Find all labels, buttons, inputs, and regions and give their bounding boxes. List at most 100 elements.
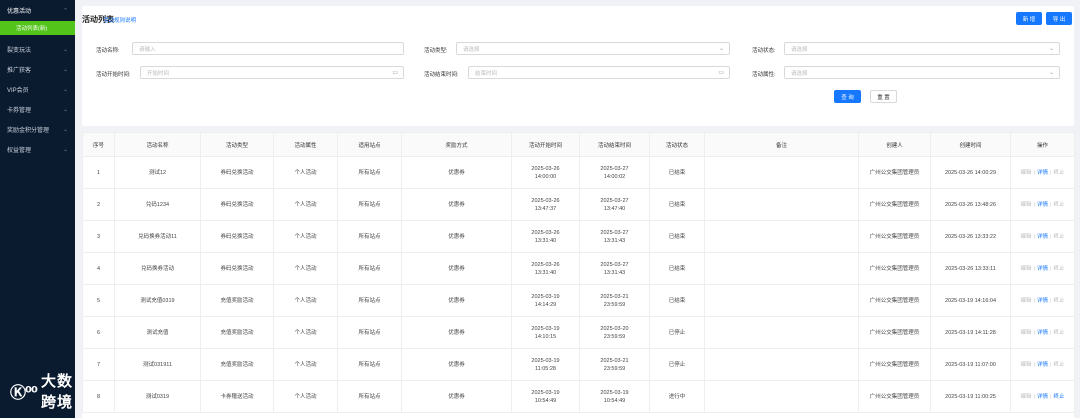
end-time-label: 活动结束时间: xyxy=(424,72,459,78)
cell-status: 已结束 xyxy=(649,188,705,221)
rules-link[interactable]: 活动规则说明 xyxy=(103,16,136,24)
edit-link[interactable]: 编辑 xyxy=(1021,266,1032,272)
new-button[interactable]: 新 增 xyxy=(1016,12,1042,25)
cell-attr: 个人活动 xyxy=(273,252,338,285)
table-header-row: 序号 活动名称 活动类型 活动属性 适用站点 奖励方式 活动开始时间 活动结束时间 活动状态 备注… xyxy=(82,132,1075,157)
cell-end-time: 2025-03-27 13:31:43 xyxy=(579,220,650,253)
date-text: 2025-03-27 xyxy=(600,197,629,204)
cell-created: 2025-03-19 14:16:04 xyxy=(930,284,1011,317)
cell-name: 测试0319 xyxy=(114,380,201,413)
cell-attr: 个人活动 xyxy=(273,156,338,189)
edit-link[interactable]: 编辑 xyxy=(1021,298,1032,304)
sidebar-group[interactable]: 卡券管理 ⌄ xyxy=(0,99,75,119)
terminate-link[interactable]: 终止 xyxy=(1053,394,1064,400)
end-time-input[interactable]: 结束时间 ▭ xyxy=(468,66,730,79)
terminate-link[interactable]: 终止 xyxy=(1053,266,1064,272)
cell-created: 2025-03-19 11:07:00 xyxy=(930,348,1011,381)
terminate-link[interactable]: 终止 xyxy=(1053,330,1064,336)
time-text: 14:10:15 xyxy=(534,333,557,340)
detail-link[interactable]: 详情 xyxy=(1037,202,1048,208)
query-button[interactable]: 查 询 xyxy=(834,90,861,103)
cell-remark xyxy=(704,188,859,221)
terminate-link[interactable]: 终止 xyxy=(1053,298,1064,304)
terminate-link[interactable]: 终止 xyxy=(1053,202,1064,208)
attr-label: 活动属性: xyxy=(752,72,776,78)
separator: | xyxy=(1050,393,1052,400)
cell-remark xyxy=(704,380,859,413)
sidebar-item-activity-list[interactable]: 活动列表(新) xyxy=(0,21,75,35)
sidebar-group[interactable]: 权益管理 ⌄ xyxy=(0,139,75,159)
cell-remark xyxy=(704,284,859,317)
detail-link[interactable]: 详情 xyxy=(1037,234,1048,240)
detail-link[interactable]: 详情 xyxy=(1037,394,1048,400)
detail-link[interactable]: 详情 xyxy=(1037,330,1048,336)
cell-start-time: 2025-03-26 13:31:40 xyxy=(511,220,580,253)
edit-link[interactable]: 编辑 xyxy=(1021,234,1032,240)
time-text: 13:31:40 xyxy=(534,269,557,276)
separator: | xyxy=(1050,265,1052,272)
separator: | xyxy=(1033,201,1035,208)
cell-start-time: 2025-03-19 10:54:49 xyxy=(511,380,580,413)
detail-link[interactable]: 详情 xyxy=(1037,298,1048,304)
type-select[interactable]: 请选择 ⌄ xyxy=(456,42,730,55)
date-text: 2025-03-27 xyxy=(600,165,629,172)
cell-created: 2025-03-26 13:33:11 xyxy=(930,252,1011,285)
terminate-link[interactable]: 终止 xyxy=(1053,362,1064,368)
sidebar-group[interactable]: 推广获客 ⌄ xyxy=(0,59,75,79)
date-text: 2025-03-21 xyxy=(600,357,629,364)
cell-end-time: 2025-03-27 13:47:40 xyxy=(579,188,650,221)
activity-table-panel: 序号 活动名称 活动类型 活动属性 适用站点 奖励方式 活动开始时间 活动结束时间 活动状态 备注… xyxy=(82,132,1075,418)
date-text: 2025-03-26 xyxy=(531,197,560,204)
sidebar-group[interactable]: 裂变玩法 ⌄ xyxy=(0,39,75,59)
detail-link[interactable]: 详情 xyxy=(1037,362,1048,368)
table-row: 1 测试12 券码兑换活动 个人活动 所有站点 优惠券 2025-03-26 14:00:00… xyxy=(82,156,1075,189)
cell-reward: 优惠券 xyxy=(401,316,512,349)
status-select[interactable]: 请选择 ⌄ xyxy=(784,42,1060,55)
edit-link[interactable]: 编辑 xyxy=(1021,394,1032,400)
detail-link[interactable]: 详情 xyxy=(1037,170,1048,176)
start-time-placeholder: 开始时间 xyxy=(147,70,170,77)
detail-link[interactable]: 详情 xyxy=(1037,266,1048,272)
cell-status: 已结束 xyxy=(649,284,705,317)
date-text: 2025-03-19 xyxy=(531,389,560,396)
cell-actions: 编辑 | 详情 | 终止 xyxy=(1010,380,1075,413)
start-time-input[interactable]: 开始时间 ▭ xyxy=(140,66,404,79)
chevron-down-icon: ⌄ xyxy=(63,66,68,73)
date-text: 2025-03-19 xyxy=(531,357,560,364)
sidebar-group[interactable]: 奖励金积分管理 ⌄ xyxy=(0,119,75,139)
attr-select[interactable]: 请选择 ⌄ xyxy=(784,66,1060,79)
date-text: 2025-03-19 xyxy=(531,293,560,300)
terminate-link[interactable]: 终止 xyxy=(1053,170,1064,176)
time-text: 13:31:43 xyxy=(603,237,626,244)
time-text: 13:47:37 xyxy=(534,205,557,212)
separator: | xyxy=(1050,233,1052,240)
edit-link[interactable]: 编辑 xyxy=(1021,330,1032,336)
terminate-link[interactable]: 终止 xyxy=(1053,234,1064,240)
edit-link[interactable]: 编辑 xyxy=(1021,362,1032,368)
reset-button[interactable]: 重 置 xyxy=(870,90,897,103)
cell-reward: 优惠券 xyxy=(401,348,512,381)
export-button[interactable]: 导 出 xyxy=(1046,12,1072,25)
cell-no: 1 xyxy=(82,156,115,189)
cell-type: 卡券赠送活动 xyxy=(200,380,274,413)
cell-site: 所有站点 xyxy=(337,220,402,253)
cell-actions: 编辑 | 详情 | 终止 xyxy=(1010,156,1075,189)
cell-site: 所有站点 xyxy=(337,284,402,317)
sidebar: 优惠活动 ⌃ 活动列表(新) 裂变玩法 ⌄ 推广获客 ⌄ VIP会员 ⌄ 卡券管理 ⌄ 奖励金积分管理… xyxy=(0,0,75,418)
status-label: 活动状态: xyxy=(752,48,776,54)
separator: | xyxy=(1033,265,1035,272)
cell-remark xyxy=(704,156,859,189)
sidebar-group-label: 推广获客 xyxy=(7,67,32,74)
cell-no: 5 xyxy=(82,284,115,317)
sidebar-group[interactable]: 优惠活动 ⌃ xyxy=(0,0,75,20)
cell-remark xyxy=(704,220,859,253)
edit-link[interactable]: 编辑 xyxy=(1021,202,1032,208)
cell-type: 充值奖励活动 xyxy=(200,316,274,349)
sidebar-group[interactable]: VIP会员 ⌄ xyxy=(0,79,75,99)
logo-mark-icon: Ⓚ⁰⁰ xyxy=(10,385,38,402)
cell-status: 已停止 xyxy=(649,348,705,381)
table-row: 7 测试031911 充值奖励活动 个人活动 所有站点 优惠券 2025-03-19 11:0… xyxy=(82,348,1075,381)
name-input[interactable]: 请输入 xyxy=(132,42,404,55)
edit-link[interactable]: 编辑 xyxy=(1021,170,1032,176)
separator: | xyxy=(1033,393,1035,400)
